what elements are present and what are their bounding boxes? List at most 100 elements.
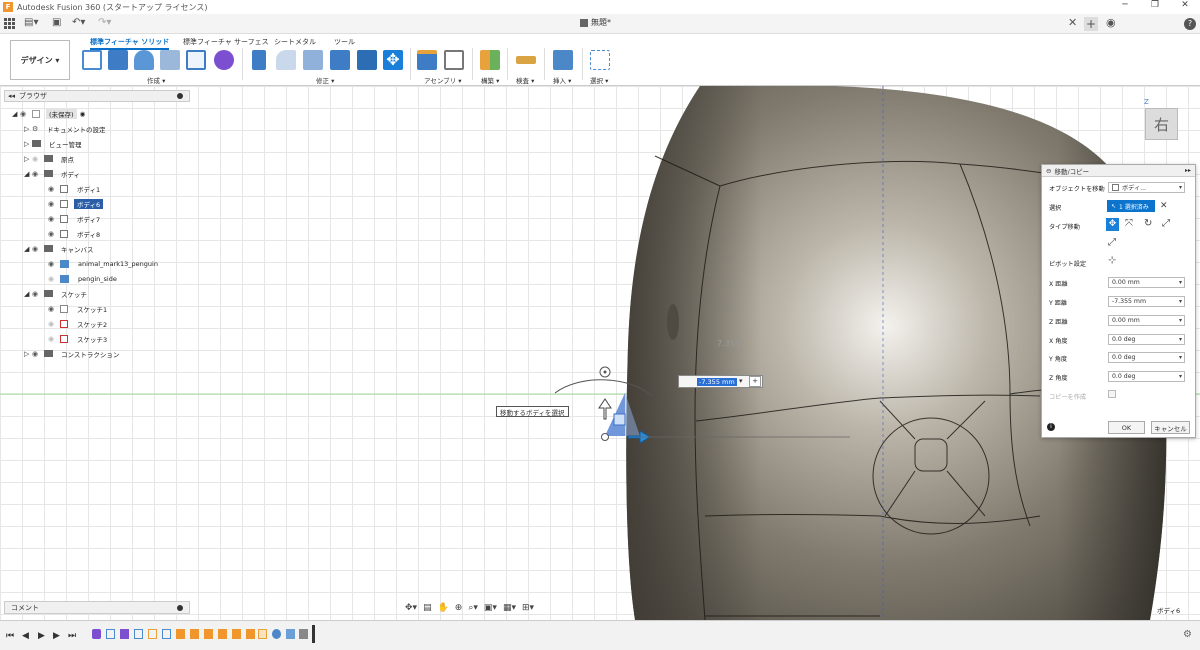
tab-solid[interactable]: 標準フィーチャ ソリッド [90,37,170,50]
expanded-arrow-icon[interactable]: ◢ [12,110,20,118]
document-tab[interactable]: 無題* [580,17,611,28]
eye-icon[interactable]: ◉ [48,320,60,328]
measure-icon[interactable] [516,56,536,64]
timeline-move-feature[interactable] [246,629,255,639]
revolve-icon[interactable] [134,50,154,70]
comments-bar[interactable]: コメント [4,601,190,614]
eye-icon[interactable]: ◉ [48,260,60,268]
eye-icon[interactable]: ◉ [32,155,44,163]
fillet-icon[interactable] [276,50,296,70]
y-angle-value[interactable]: 0.0 deg [1112,354,1135,361]
eye-icon[interactable]: ◉ [20,110,32,118]
tree-row-canvases[interactable]: ◢ ◉ キャンバス [24,242,97,255]
play-icon[interactable]: ▶ [38,631,45,641]
insert-canvas-icon[interactable] [553,50,573,70]
display-settings-icon[interactable]: ▣▾ [484,603,497,613]
app-menu-grid-icon[interactable] [4,18,15,29]
tab-sheetmetal[interactable]: シートメタル [274,37,316,47]
z-distance-field[interactable]: 0.00 mm ▾ [1108,315,1185,326]
timeline-marker[interactable] [312,625,315,643]
viewcube[interactable]: 右 [1145,108,1178,140]
collapsed-arrow-icon[interactable]: ▷ [24,350,32,358]
eye-icon[interactable]: ◉ [48,275,60,283]
dropdown-arrow-icon[interactable]: ▾ [1179,336,1182,343]
select-window-icon[interactable] [590,50,610,70]
y-distance-value[interactable]: -7.355 mm [1112,298,1146,305]
tree-row-canvas-side[interactable]: ◉ pengin_side [48,272,120,285]
tree-row-body7[interactable]: ◉ ボディ7 [48,212,103,225]
move-copy-icon[interactable]: ✥ [383,50,403,70]
rotate-icon[interactable]: ↻ [1144,218,1152,229]
save-icon[interactable]: ▣ [52,17,61,28]
tab-tools[interactable]: ツール [334,37,355,47]
workspace-switcher-button[interactable]: デザイン ▾ [10,40,70,80]
combine-icon[interactable] [357,50,377,70]
browser-pin-icon[interactable] [177,93,183,99]
form-icon[interactable] [186,50,206,70]
new-tab-icon[interactable]: + [1084,17,1098,31]
ok-button[interactable]: OK [1108,421,1145,434]
expanded-arrow-icon[interactable]: ◢ [24,245,32,253]
eye-icon[interactable]: ◉ [48,305,60,313]
pivot-set-icon[interactable]: ⊹ [1108,255,1116,266]
y-angle-field[interactable]: 0.0 deg ▾ [1108,352,1185,363]
timeline-move-feature[interactable] [218,629,227,639]
tree-row-body1[interactable]: ◉ ボディ1 [48,182,103,195]
fit-icon[interactable]: ⌕▾ [468,603,478,613]
tree-row-sketches[interactable]: ◢ ◉ スケッチ [24,287,90,300]
new-component-icon[interactable] [417,50,437,70]
shell-icon[interactable] [330,50,350,70]
dialog-header[interactable]: ⊖ 移動/コピー ▸▸ [1042,165,1195,177]
point-to-point-icon[interactable]: ⤢ [1162,218,1170,229]
maximize-button[interactable]: ❐ [1140,0,1170,10]
close-window-button[interactable]: ✕ [1170,0,1200,10]
timeline-construction-feature[interactable] [299,629,308,639]
browser-header[interactable]: ◂◂ ブラウザ [4,90,190,102]
cancel-button[interactable]: キャンセル [1151,421,1190,434]
go-to-end-icon[interactable]: ⏭ [68,631,76,641]
eye-icon[interactable]: ◉ [48,230,60,238]
tree-row-doc-settings[interactable]: ▷ ⚙ ドキュメントの設定 [24,122,109,135]
assemble-group-label[interactable]: アセンブリ ▾ [424,75,462,85]
x-angle-field[interactable]: 0.0 deg ▾ [1108,334,1185,345]
insert-group-label[interactable]: 挿入 ▾ [553,75,571,85]
dropdown-arrow-icon[interactable]: ▾ [1179,298,1182,305]
dropdown-arrow-icon[interactable]: ▾ [1179,184,1182,191]
tree-row-canvas-penguin[interactable]: ◉ animal_mark13_penguin [48,257,161,270]
translate-icon[interactable]: ⤧ [1125,218,1133,229]
selection-button[interactable]: ↖ 1 選択済み [1107,200,1155,212]
collapsed-arrow-icon[interactable]: ▷ [24,140,32,148]
timeline-sketch-feature[interactable] [162,629,171,639]
tree-row-construction[interactable]: ▷ ◉ コンストラクション [24,347,122,360]
help-icon[interactable]: ? [1184,18,1196,30]
dropdown-arrow-icon[interactable]: ▾ [1179,317,1182,324]
create-copy-checkbox[interactable] [1108,390,1116,398]
select-group-label[interactable]: 選択 ▾ [590,75,608,85]
timeline-form-feature[interactable] [92,629,101,639]
tree-row-views[interactable]: ▷ ビュー管理 [24,137,85,150]
tree-row-body6[interactable]: ◉ ボディ6 [48,197,104,210]
active-radio-icon[interactable]: ◉ [80,110,86,118]
timeline-move-feature[interactable] [204,629,213,639]
eye-icon[interactable]: ◉ [32,245,44,253]
tree-row-root[interactable]: ◢ ◉ (未保存) ◉ [12,107,85,120]
x-distance-field[interactable]: 0.00 mm ▾ [1108,277,1185,288]
x-angle-value[interactable]: 0.0 deg [1112,336,1135,343]
eye-icon[interactable]: ◉ [32,290,44,298]
create-form-icon[interactable] [214,50,234,70]
extrude-icon[interactable] [108,50,128,70]
dropdown-arrow-icon[interactable]: ▾ [1179,354,1182,361]
z-angle-field[interactable]: 0.0 deg ▾ [1108,371,1185,382]
step-forward-icon[interactable]: ▶ [53,631,60,641]
timeline-combine-feature[interactable] [258,629,267,639]
press-pull-icon[interactable] [252,50,266,70]
distance-input-value[interactable]: -7.355 mm [697,378,737,386]
timeline-sketch-feature[interactable] [134,629,143,639]
tab-surface[interactable]: 標準フィーチャ サーフェス [183,37,269,47]
distance-input-box[interactable]: -7.355 mm ▾ + [678,375,763,388]
close-tab-icon[interactable]: ✕ [1068,16,1077,29]
dialog-expand-icon[interactable]: ▸▸ [1185,167,1191,174]
inspect-group-label[interactable]: 検査 ▾ [516,75,534,85]
z-distance-value[interactable]: 0.00 mm [1112,317,1140,324]
add-icon[interactable]: + [749,376,761,387]
